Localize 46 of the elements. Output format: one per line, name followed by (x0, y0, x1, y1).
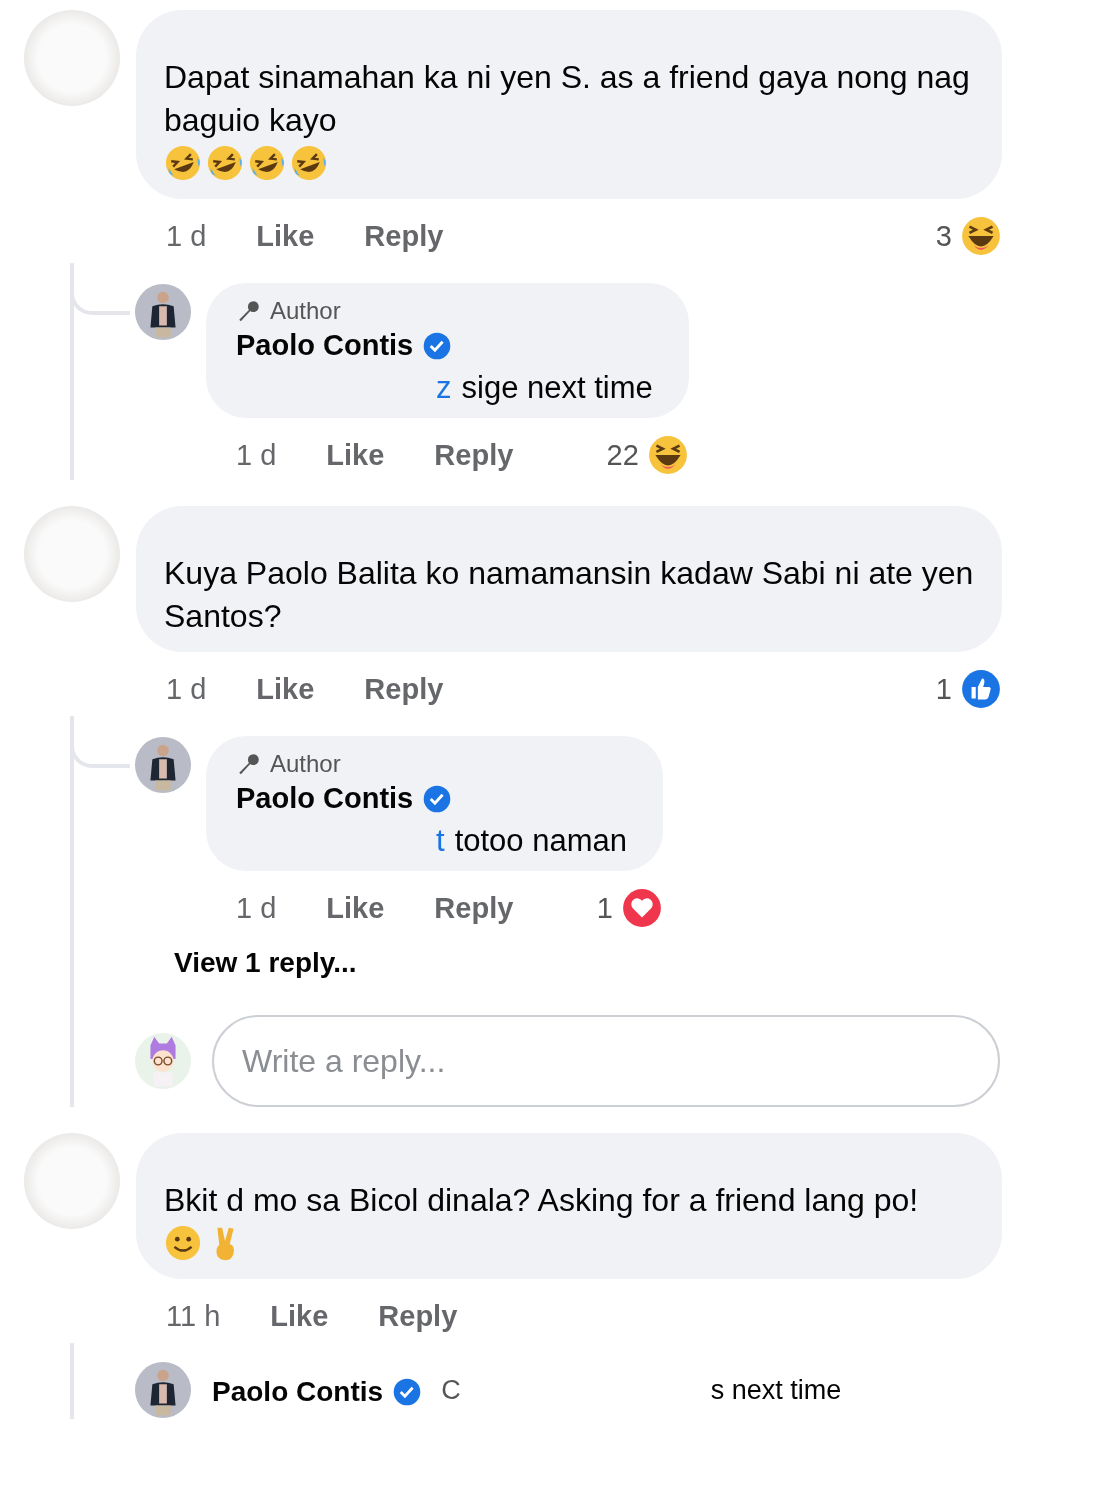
laughing-face-icon (164, 144, 202, 182)
reply-preview-text: s next time (710, 1374, 842, 1406)
avatar (134, 736, 192, 794)
comment-text: Bkit d mo sa Bicol dinala? Asking for a friend lang po! (164, 1181, 920, 1220)
reply-text: sige next time (461, 370, 653, 406)
like-link[interactable]: Like (256, 219, 315, 253)
microphone-icon (236, 751, 262, 777)
avatar (134, 1361, 192, 1419)
timestamp: 1 d (166, 672, 207, 706)
laughing-face-icon (290, 144, 328, 182)
comment-text: Dapat sinamahan ka ni yen S. as a friend gaya nong nag baguio kayo (164, 58, 971, 140)
commenter-name[interactable]: Paolo Contis (236, 329, 414, 362)
timestamp: 11 h (166, 1299, 221, 1333)
microphone-icon (236, 298, 262, 324)
reply-link[interactable]: Reply (434, 891, 514, 925)
smiling-face-icon (164, 1224, 202, 1262)
reaction-count: 3 (935, 219, 952, 253)
laughing-face-icon (206, 144, 244, 182)
reply-link[interactable]: Reply (434, 438, 514, 472)
timestamp: 1 d (236, 891, 277, 925)
reaction-count: 22 (606, 438, 639, 472)
reply-input[interactable]: Write a reply... (212, 1015, 1000, 1107)
avatar (134, 283, 192, 341)
timestamp: 1 d (236, 438, 277, 472)
like-link[interactable]: Like (256, 672, 315, 706)
view-replies-link[interactable]: View 1 reply... (174, 947, 1120, 979)
like-link[interactable]: Like (326, 891, 385, 925)
laughing-face-icon (248, 144, 286, 182)
reaction-count: 1 (935, 672, 952, 706)
mention-fragment[interactable]: t (436, 823, 445, 859)
commenter-name[interactable]: Paolo Contis (236, 782, 414, 815)
reply-link[interactable]: Reply (364, 219, 444, 253)
commenter-name[interactable]: Paolo Contis (212, 1376, 384, 1408)
reaction-count: 1 (596, 891, 613, 925)
reply-link[interactable]: Reply (378, 1299, 458, 1333)
timestamp: 1 d (166, 219, 207, 253)
author-label: Author (270, 297, 341, 325)
like-link[interactable]: Like (326, 438, 385, 472)
reply-link[interactable]: Reply (364, 672, 444, 706)
mention-fragment[interactable]: z (436, 370, 452, 406)
reply-text: totoo naman (454, 823, 627, 859)
cartoon-avatar (134, 1032, 192, 1090)
like-link[interactable]: Like (270, 1299, 329, 1333)
author-label: Author (270, 750, 341, 778)
comment-text: Kuya Paolo Balita ko namamansin kadaw Sabi ni ate yen Santos? (164, 554, 974, 636)
mention-fragment[interactable]: C (441, 1374, 461, 1406)
